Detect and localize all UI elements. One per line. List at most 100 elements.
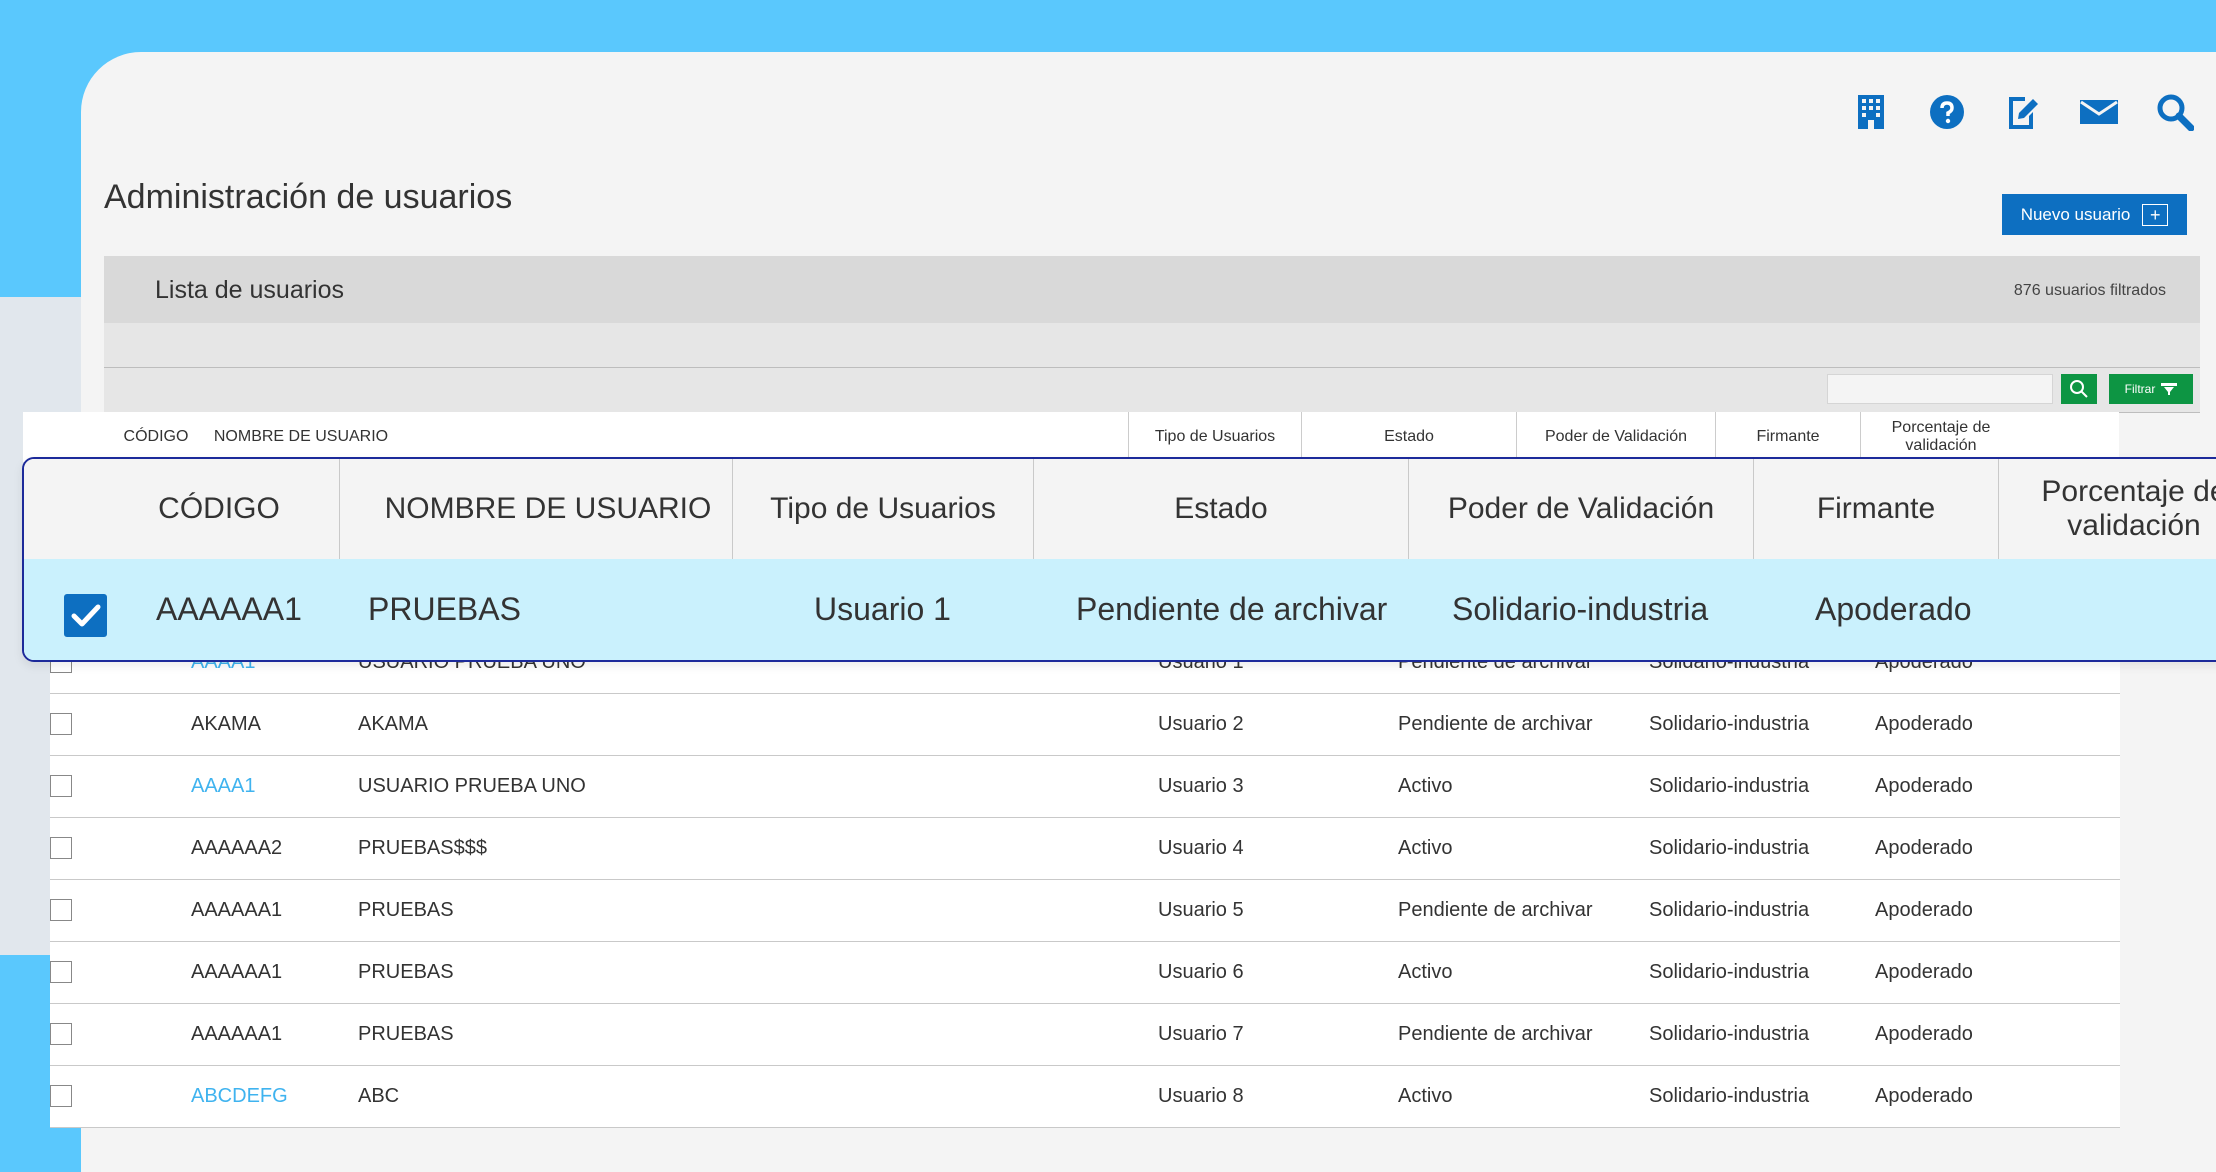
row-firmante: Apoderado [1875,1023,1973,1045]
row-estado: Activo [1398,1085,1453,1107]
zoom-row-codigo: AAAAAA1 [156,591,302,627]
table-row[interactable]: AAAA1 USUARIO PRUEBA UNO Usuario 3 Activ… [50,756,2120,818]
row-estado: Pendiente de archivar [1398,899,1593,921]
panel-spacer [104,323,2200,368]
row-estado: Activo [1398,775,1453,797]
filter-input[interactable] [1827,374,2053,404]
col-nombre[interactable]: NOMBRE DE USUARIO [201,412,401,462]
filtered-count: 876 usuarios filtrados [2013,282,2166,299]
row-poder: Solidario-industria [1649,775,1810,797]
row-estado: Pendiente de archivar [1398,713,1593,735]
row-firmante: Apoderado [1875,899,1973,921]
row-poder: Solidario-industria [1649,837,1810,859]
search-icon [2070,380,2088,398]
zoom-row-firmante: Apoderado [1815,591,1972,627]
row-firmante: Apoderado [1875,1085,1973,1107]
zoom-selected-row[interactable]: AAAAAA1 PRUEBAS Usuario 1 Pendiente de a… [24,559,2216,660]
row-checkbox[interactable] [50,1023,72,1045]
zoom-col-porcentaje[interactable]: Porcentaje de validación [2019,459,2216,559]
row-tipo: Usuario 5 [1158,899,1244,921]
row-nombre: PRUEBAS [358,899,454,921]
new-user-label: Nuevo usuario [2020,204,2131,224]
zoom-col-estado[interactable]: Estado [1034,459,1408,559]
row-nombre: PRUEBAS [358,1023,454,1045]
plus-icon: + [2142,203,2169,226]
row-nombre: USUARIO PRUEBA UNO [358,775,586,797]
row-checkbox-checked[interactable] [64,594,107,637]
row-firmante: Apoderado [1875,837,1973,859]
zoom-row-poder: Solidario-industria [1452,591,1709,627]
page-title: Administración de usuarios [104,178,513,216]
row-nombre: AKAMA [358,713,429,735]
row-tipo: Usuario 8 [1158,1085,1244,1107]
row-codigo: AKAMA [191,713,262,735]
filter-button[interactable]: Filtrar [2109,374,2193,404]
table-row[interactable]: AAAAAA1 PRUEBAS Usuario 5 Pendiente de a… [50,880,2120,942]
row-nombre: PRUEBAS [358,961,454,983]
row-checkbox[interactable] [50,899,72,921]
table-row[interactable]: ABCDEFG ABC Usuario 8 Activo Solidario-i… [50,1066,2120,1128]
row-checkbox[interactable] [50,1085,72,1107]
row-codigo: AAAAAA2 [191,837,283,859]
row-estado: Activo [1398,961,1453,983]
col-estado[interactable]: Estado [1302,412,1516,462]
row-tipo: Usuario 7 [1158,1023,1244,1045]
col-poder[interactable]: Poder de Validación [1517,412,1715,462]
row-codigo: AAAAAA1 [191,961,283,983]
user-table-body: AAAA1 USUARIO PRUEBA UNO Usuario 1 Pendi… [50,632,2120,1128]
col-porcentaje[interactable]: Porcentaje de validación [1861,412,2021,462]
row-checkbox[interactable] [50,837,72,859]
row-firmante: Apoderado [1875,713,1973,735]
row-nombre: ABC [358,1085,400,1107]
zoomed-row-callout: CÓDIGO NOMBRE DE USUARIO Tipo de Usuario… [22,457,2216,662]
zoom-row-estado: Pendiente de archivar [1076,591,1388,627]
row-codigo[interactable]: AAAA1 [191,756,255,817]
new-user-button[interactable]: Nuevo usuario + [2002,194,2187,235]
help-icon[interactable] [1927,92,1967,132]
row-nombre: PRUEBAS$$$ [358,837,487,859]
row-tipo: Usuario 3 [1158,775,1244,797]
filter-search-button[interactable] [2061,374,2097,404]
row-poder: Solidario-industria [1649,713,1810,735]
row-tipo: Usuario 6 [1158,961,1244,983]
col-firmante[interactable]: Firmante [1716,412,1860,462]
building-icon[interactable] [1851,92,1891,132]
table-row[interactable]: AAAAAA1 PRUEBAS Usuario 6 Activo Solidar… [50,942,2120,1004]
search-icon[interactable] [2155,92,2195,132]
zoom-col-firmante[interactable]: Firmante [1754,459,1998,559]
row-poder: Solidario-industria [1649,1085,1810,1107]
table-header-small: CÓDIGO NOMBRE DE USUARIO Tipo de Usuario… [23,412,2119,462]
zoom-col-nombre[interactable]: NOMBRE DE USUARIO [340,459,756,559]
edit-icon[interactable] [2003,92,2043,132]
row-poder: Solidario-industria [1649,1023,1810,1045]
row-checkbox[interactable] [50,775,72,797]
mail-icon[interactable] [2079,92,2119,132]
table-row[interactable]: AAAAAA2 PRUEBAS$$$ Usuario 4 Activo Soli… [50,818,2120,880]
col-tipo[interactable]: Tipo de Usuarios [1129,412,1301,462]
row-checkbox[interactable] [50,961,72,983]
funnel-icon [2161,383,2178,395]
row-tipo: Usuario 2 [1158,713,1244,735]
row-tipo: Usuario 4 [1158,837,1244,859]
row-estado: Activo [1398,837,1453,859]
table-row[interactable]: AAAAAA1 PRUEBAS Usuario 7 Pendiente de a… [50,1004,2120,1066]
user-list-panel: Lista de usuarios 876 usuarios filtrados… [104,256,2200,413]
zoom-table-header: CÓDIGO NOMBRE DE USUARIO Tipo de Usuario… [24,459,2216,560]
row-checkbox[interactable] [50,713,72,735]
panel-header: Lista de usuarios 876 usuarios filtrados [104,256,2200,323]
row-codigo: AAAAAA1 [191,1023,283,1045]
filter-bar: Filtrar [104,368,2200,413]
top-icon-bar [1851,92,2195,132]
row-poder: Solidario-industria [1649,961,1810,983]
table-row[interactable]: AKAMA AKAMA Usuario 2 Pendiente de archi… [50,694,2120,756]
zoom-col-poder[interactable]: Poder de Validación [1409,459,1753,559]
row-poder: Solidario-industria [1649,899,1810,921]
col-codigo[interactable]: CÓDIGO [111,412,201,462]
row-estado: Pendiente de archivar [1398,1023,1593,1045]
zoom-col-tipo[interactable]: Tipo de Usuarios [733,459,1033,559]
row-firmante: Apoderado [1875,961,1973,983]
zoom-col-codigo[interactable]: CÓDIGO [124,459,314,559]
check-icon [71,604,100,626]
row-codigo[interactable]: ABCDEFG [191,1066,288,1127]
row-codigo: AAAAAA1 [191,899,283,921]
